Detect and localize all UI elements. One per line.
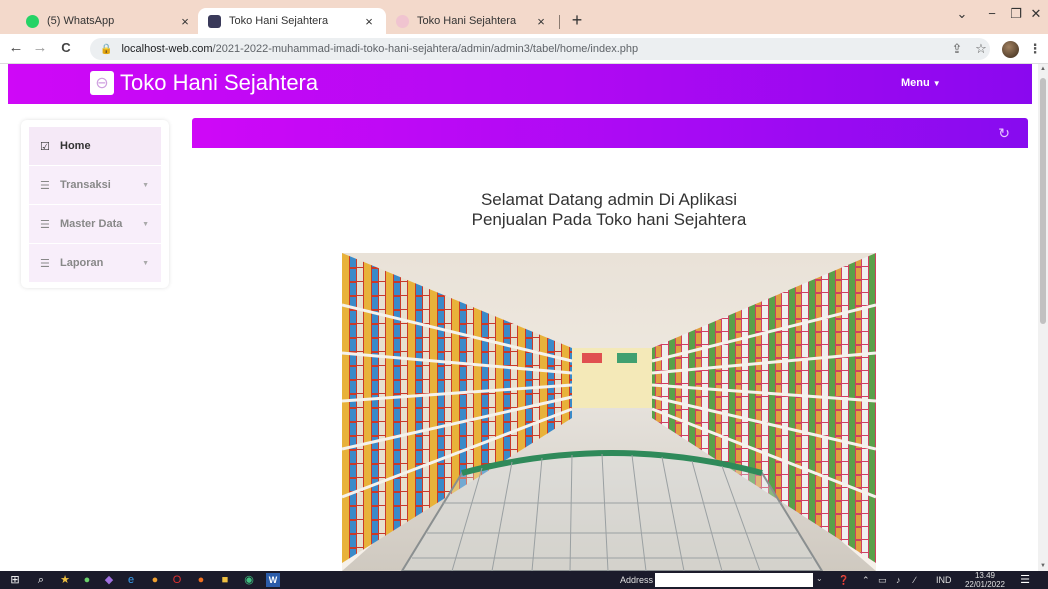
edit-icon: ☑ bbox=[40, 140, 50, 153]
list-icon: ☰ bbox=[40, 179, 50, 192]
tray-expand-icon[interactable]: ⌃ bbox=[862, 575, 870, 586]
sidebar-item-home[interactable]: ☑ Home bbox=[29, 127, 161, 166]
edge-icon[interactable]: e bbox=[124, 573, 138, 587]
volume-icon[interactable]: ♪ bbox=[896, 575, 901, 585]
list-icon: ☰ bbox=[40, 257, 50, 270]
welcome-message: Selamat Datang admin Di Aplikasi Penjual… bbox=[192, 190, 1026, 230]
tab-title: Toko Hani Sejahtera bbox=[229, 15, 329, 27]
scroll-down-arrow-icon[interactable]: ▼ bbox=[1038, 561, 1048, 571]
close-tab-icon[interactable]: × bbox=[178, 14, 192, 29]
share-icon[interactable]: ⇪ bbox=[948, 41, 966, 57]
panel-header: ↻ bbox=[192, 118, 1028, 148]
close-tab-icon[interactable]: × bbox=[362, 14, 376, 29]
notifications-icon[interactable]: ☰ bbox=[1018, 573, 1032, 587]
supermarket-aisle-image bbox=[342, 253, 876, 571]
tab-title: Toko Hani Sejahtera bbox=[417, 15, 517, 27]
chevron-down-icon: ▼ bbox=[142, 220, 149, 228]
tab-title: (5) WhatsApp bbox=[47, 15, 115, 27]
lock-icon: 🔒 bbox=[100, 43, 113, 55]
url-host: localhost-web.com bbox=[121, 43, 213, 55]
list-icon: ☰ bbox=[40, 218, 50, 231]
browser-menu-icon[interactable]: ⋮ bbox=[1026, 41, 1044, 57]
address-bar[interactable]: 🔒 localhost-web.com/2021-2022-muhammad-i… bbox=[90, 38, 990, 60]
scroll-up-arrow-icon[interactable]: ▲ bbox=[1038, 64, 1048, 74]
system-clock[interactable]: 13.49 22/01/2022 bbox=[962, 571, 1008, 589]
brand-title[interactable]: Toko Hani Sejahtera bbox=[120, 70, 318, 96]
battery-icon: ▭ bbox=[878, 575, 887, 585]
visual-studio-icon[interactable]: ◆ bbox=[102, 573, 116, 587]
chrome-icon[interactable]: ◉ bbox=[242, 573, 256, 587]
reload-button[interactable]: C bbox=[56, 38, 76, 58]
tab-toko-hani-active[interactable]: Toko Hani Sejahtera × bbox=[198, 8, 386, 34]
opera-icon[interactable]: O bbox=[170, 573, 184, 587]
network-icon[interactable]: ∕ bbox=[914, 575, 916, 585]
language-indicator[interactable]: IND bbox=[936, 575, 952, 585]
sidebar-item-transaksi[interactable]: ☰ Transaksi ▼ bbox=[29, 166, 161, 205]
firefox-icon[interactable]: ● bbox=[194, 573, 208, 587]
app-navbar: ⊖ Toko Hani Sejahtera Menu ▼ bbox=[8, 64, 1032, 104]
profile-avatar[interactable] bbox=[1002, 41, 1019, 58]
new-tab-button[interactable]: + bbox=[566, 10, 588, 30]
chevron-down-icon: ▼ bbox=[142, 259, 149, 267]
chevron-down-icon[interactable]: ⌄ bbox=[816, 574, 823, 583]
help-icon[interactable]: ❓ bbox=[838, 575, 849, 586]
sidebar-item-laporan[interactable]: ☰ Laporan ▼ bbox=[29, 244, 161, 283]
app-icon[interactable]: ● bbox=[148, 573, 162, 587]
sidebar-item-label: Home bbox=[60, 140, 91, 152]
caret-down-icon: ▼ bbox=[932, 79, 941, 88]
url-path: /2021-2022-muhammad-imadi-toko-hani-seja… bbox=[212, 43, 639, 55]
taskbar-address-label: Address bbox=[620, 575, 654, 585]
supermarket-aisle-illustration bbox=[342, 253, 876, 571]
clock-date: 22/01/2022 bbox=[964, 580, 1006, 589]
tab-toko-hani[interactable]: Toko Hani Sejahtera × bbox=[386, 8, 558, 34]
tab-search-icon[interactable]: ⌄ bbox=[952, 6, 972, 22]
refresh-icon[interactable]: ↻ bbox=[998, 125, 1010, 142]
word-icon[interactable]: W bbox=[266, 573, 280, 587]
file-explorer-icon[interactable]: ■ bbox=[218, 573, 232, 587]
search-icon[interactable]: ⌕ bbox=[34, 573, 48, 587]
app-icon[interactable]: ★ bbox=[58, 573, 72, 587]
menu-dropdown[interactable]: Menu ▼ bbox=[901, 77, 941, 89]
bookmark-star-icon[interactable]: ☆ bbox=[972, 41, 990, 57]
sidebar-item-label: Laporan bbox=[60, 257, 104, 269]
windows-start-icon[interactable]: ⊞ bbox=[8, 573, 22, 587]
tab-divider bbox=[559, 15, 560, 29]
chevron-down-icon: ▼ bbox=[142, 181, 149, 189]
site-favicon-icon bbox=[208, 14, 221, 28]
menu-label: Menu bbox=[901, 77, 930, 89]
browser-tab-strip: (5) WhatsApp × Toko Hani Sejahtera × Tok… bbox=[0, 0, 1048, 34]
browser-toolbar: ← → C 🔒 localhost-web.com/2021-2022-muha… bbox=[0, 34, 1048, 64]
close-tab-icon[interactable]: × bbox=[534, 14, 548, 29]
restore-button[interactable]: ❐ bbox=[1006, 6, 1026, 22]
scroll-thumb[interactable] bbox=[1040, 78, 1046, 324]
sidebar-item-master-data[interactable]: ☰ Master Data ▼ bbox=[29, 205, 161, 244]
shopping-cart-icon bbox=[400, 450, 824, 571]
welcome-line: Penjualan Pada Toko hani Sejahtera bbox=[471, 210, 747, 229]
clock-time: 13.49 bbox=[974, 571, 996, 580]
windows-taskbar: ⊞ ⌕ ★ ● ◆ e ● O ● ■ ◉ W Address ⌄ ❓ ⌃ ▭ … bbox=[0, 571, 1048, 589]
app-icon[interactable]: ● bbox=[80, 573, 94, 587]
sidebar-item-label: Master Data bbox=[60, 218, 123, 230]
taskbar-address-input[interactable] bbox=[655, 573, 813, 587]
sidebar: ☑ Home ☰ Transaksi ▼ ☰ Master Data ▼ ☰ L… bbox=[21, 120, 169, 288]
sidebar-item-label: Transaksi bbox=[60, 179, 111, 191]
site-favicon-icon bbox=[396, 14, 409, 28]
welcome-line: Selamat Datang admin Di Aplikasi bbox=[480, 190, 738, 209]
whatsapp-icon bbox=[26, 14, 39, 28]
forward-button[interactable]: → bbox=[30, 38, 50, 58]
back-button[interactable]: ← bbox=[6, 38, 26, 58]
tab-whatsapp[interactable]: (5) WhatsApp × bbox=[16, 8, 202, 34]
store-logo-icon: ⊖ bbox=[90, 71, 114, 95]
page-scrollbar[interactable]: ▲ ▼ bbox=[1038, 64, 1048, 571]
minimize-button[interactable]: − bbox=[982, 6, 1002, 21]
close-window-button[interactable]: ✕ bbox=[1026, 6, 1046, 22]
